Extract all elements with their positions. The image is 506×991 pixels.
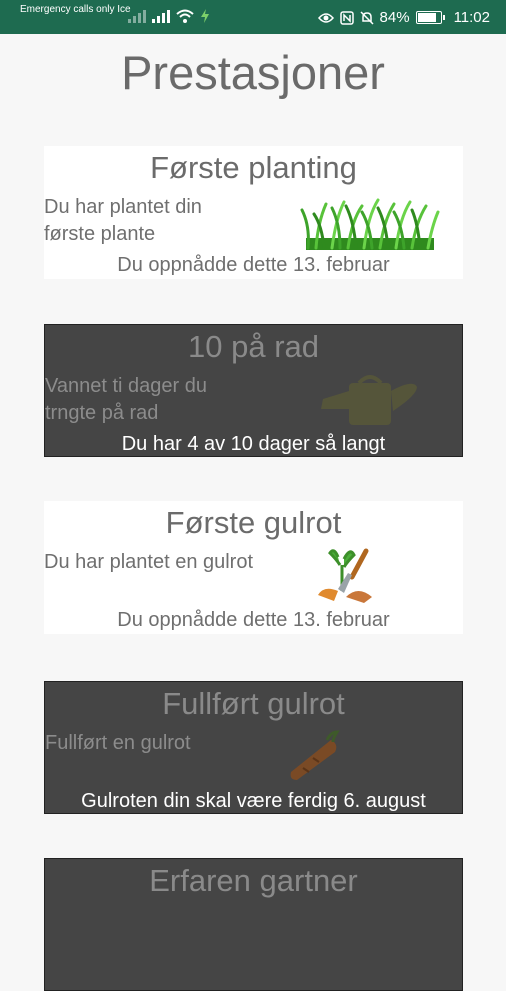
wifi-icon	[176, 9, 194, 23]
status-icons-right: 84% 11:02	[317, 9, 490, 26]
achievement-status: Gulroten din skal være ferdig 6. august	[81, 790, 426, 812]
achievement-description: Du har plantet en gulrot	[44, 551, 254, 573]
clock: 11:02	[453, 9, 490, 26]
achievement-status: Du oppnådde dette 13. februar	[117, 254, 390, 276]
signal-icon-2	[152, 9, 170, 23]
status-icons-left	[128, 9, 210, 23]
carrot-icon	[290, 730, 340, 780]
achievement-status: Du oppnådde dette 13. februar	[117, 609, 390, 631]
mute-bell-icon	[360, 10, 374, 25]
achievement-title: Fullført gulrot	[162, 686, 345, 721]
status-bar: Emergency calls only Ice 84% 11:02	[0, 0, 506, 34]
achievement-card-first-planting[interactable]: Første planting Du har plantet din først…	[44, 146, 463, 279]
watering-can-icon	[321, 375, 417, 425]
achievement-description: Fullført en gulrot	[45, 732, 191, 754]
page-title: Prestasjoner	[121, 46, 385, 99]
signal-icon-1	[128, 9, 146, 23]
carrier-text: Emergency calls only Ice	[20, 4, 131, 15]
achievement-card-10-in-a-row[interactable]: 10 på rad Vannet ti dager du trngte på r…	[44, 324, 463, 457]
achievement-card-completed-carrot[interactable]: Fullført gulrot Fullført en gulrot Gulro…	[44, 681, 463, 814]
achievement-title: Erfaren gartner	[149, 863, 358, 898]
achievement-title: Første gulrot	[165, 505, 342, 540]
achievement-card-experienced-gardener[interactable]: Erfaren gartner	[44, 858, 463, 991]
achievement-description: Du har plantet din første plante	[44, 196, 202, 245]
achievement-description: Vannet ti dager du trngte på rad	[45, 375, 207, 424]
battery-icon	[415, 11, 445, 24]
grass-icon	[300, 198, 440, 250]
charging-icon	[201, 9, 209, 23]
achievement-card-first-carrot[interactable]: Første gulrot Du har plantet en gulrot D…	[44, 501, 463, 634]
battery-percent: 84%	[379, 9, 410, 26]
achievement-title: Første planting	[150, 150, 357, 185]
trowel-carrot-icon	[318, 548, 372, 603]
achievement-title: 10 på rad	[188, 329, 319, 364]
eye-icon	[317, 12, 334, 23]
achievement-status: Du har 4 av 10 dager så langt	[121, 433, 386, 455]
nfc-icon	[339, 10, 354, 25]
